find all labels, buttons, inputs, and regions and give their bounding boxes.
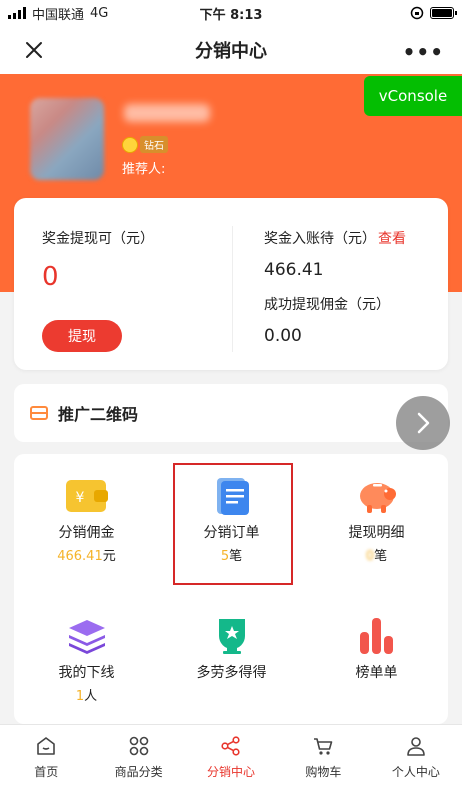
avatar: [30, 98, 104, 180]
rotation-lock-icon: [410, 6, 424, 20]
commission-value: 466.41: [57, 549, 103, 564]
battery-icon: [430, 7, 457, 19]
menu-withdraw-detail[interactable]: 提现明细 0笔: [304, 476, 449, 564]
orders-value: 5: [220, 549, 230, 564]
bottom-tab-bar: 首页 商品分类 分销中心 购物车 个人中心: [0, 724, 462, 793]
layers-icon: [68, 620, 105, 654]
award-icon: [218, 619, 245, 654]
page-title: 分销中心: [195, 41, 267, 62]
close-icon[interactable]: [20, 36, 48, 64]
referrer-label: 推荐人:: [122, 162, 166, 177]
status-bar: 中国联通 4G 下午 8:13: [0, 0, 462, 26]
tab-cart[interactable]: 购物车: [277, 725, 369, 793]
nav-bar: 分销中心 •••: [0, 26, 462, 74]
tab-home-label: 首页: [34, 765, 59, 779]
withdraw-detail-unit: 笔: [374, 549, 388, 564]
home-icon: [37, 737, 56, 755]
tab-profile-label: 个人中心: [391, 765, 440, 779]
status-right: [410, 6, 457, 20]
chevron-right-icon: [417, 412, 430, 434]
tab-home[interactable]: 首页: [0, 725, 92, 793]
downline-unit: 人: [84, 689, 98, 704]
orders-count: 5笔: [159, 545, 304, 564]
menu-orders[interactable]: 分销订单 5笔: [159, 476, 304, 564]
more-options-icon[interactable]: •••: [403, 40, 444, 64]
commission-amount: 466.41元: [14, 545, 159, 564]
tab-distribution-center-label: 分销中心: [207, 765, 256, 779]
pending-section: 奖金入账待（元） 查看 466.41 成功提现佣金（元） 0.00: [264, 228, 406, 346]
withdraw-detail-title: 提现明细: [348, 525, 405, 541]
qr-code-row[interactable]: 推广二维码: [14, 384, 448, 442]
wallet-icon: ¥: [65, 480, 108, 512]
downline-title: 我的下线: [58, 665, 115, 681]
orders-unit: 笔: [229, 549, 243, 564]
card-divider: [232, 226, 233, 352]
svg-text:¥: ¥: [75, 490, 84, 506]
ranking-title: 榜单单: [355, 665, 398, 681]
pending-label-row: 奖金入账待（元） 查看: [264, 228, 406, 248]
carrier-label: 中国联通: [32, 7, 85, 23]
network-label: 4G: [90, 5, 109, 21]
more-work-title: 多劳多得得: [196, 665, 267, 681]
tab-distribution-center[interactable]: 分销中心: [185, 725, 277, 793]
success-label: 成功提现佣金（元）: [264, 297, 390, 313]
menu-downline[interactable]: 我的下线 1人: [14, 616, 159, 704]
withdrawable-value: 0: [42, 262, 59, 292]
level-badge: 钻石: [122, 136, 168, 153]
downline-count: 1人: [14, 685, 159, 704]
tab-category[interactable]: 商品分类: [92, 725, 184, 793]
orders-title: 分销订单: [203, 525, 260, 541]
menu-more-work[interactable]: 多劳多得得: [159, 616, 304, 682]
qr-code-icon: [30, 406, 48, 420]
downline-value: 1: [75, 689, 85, 704]
username-redacted: [124, 104, 210, 122]
menu-ranking[interactable]: 榜单单: [304, 616, 449, 682]
menu-commission[interactable]: ¥ 分销佣金 466.41元: [14, 476, 159, 564]
earnings-card: 奖金提现可（元） 0 提现 奖金入账待（元） 查看 466.41 成功提现佣金（元…: [14, 198, 448, 370]
withdraw-detail-count: 0笔: [304, 545, 449, 564]
ranking-bars-icon: [359, 618, 393, 654]
withdraw-detail-value: 0: [365, 549, 375, 564]
signal-icon: [8, 7, 26, 19]
vconsole-button[interactable]: vConsole: [364, 76, 462, 116]
tab-category-label: 商品分类: [114, 765, 163, 779]
commission-title: 分销佣金: [58, 525, 115, 541]
tab-profile[interactable]: 个人中心: [370, 725, 462, 793]
withdraw-button[interactable]: 提现: [42, 320, 122, 352]
tab-cart-label: 购物车: [305, 765, 342, 779]
level-label: 钻石: [140, 136, 168, 153]
chevron-right-button[interactable]: [396, 396, 450, 450]
success-value: 0.00: [264, 326, 302, 346]
user-icon: [407, 737, 425, 756]
diamond-level-icon: [122, 136, 138, 153]
cart-icon: [314, 738, 333, 755]
document-icon: [216, 478, 249, 515]
status-left: 中国联通 4G: [8, 4, 108, 23]
withdrawable-label: 奖金提现可（元）: [42, 231, 154, 247]
pending-label: 奖金入账待（元）: [264, 231, 376, 247]
category-icon: [129, 736, 148, 756]
withdrawable-section: 奖金提现可（元） 0: [42, 228, 154, 292]
commission-unit: 元: [102, 549, 116, 564]
share-icon: [221, 736, 240, 756]
qr-code-label: 推广二维码: [58, 405, 139, 424]
view-link[interactable]: 查看: [378, 231, 406, 247]
piggy-bank-icon: [359, 483, 396, 513]
menu-grid: ¥ 分销佣金 466.41元 分销订单 5笔 提现明细 0笔 我的下线 1人 多…: [14, 454, 448, 724]
pending-value: 466.41: [264, 260, 324, 280]
